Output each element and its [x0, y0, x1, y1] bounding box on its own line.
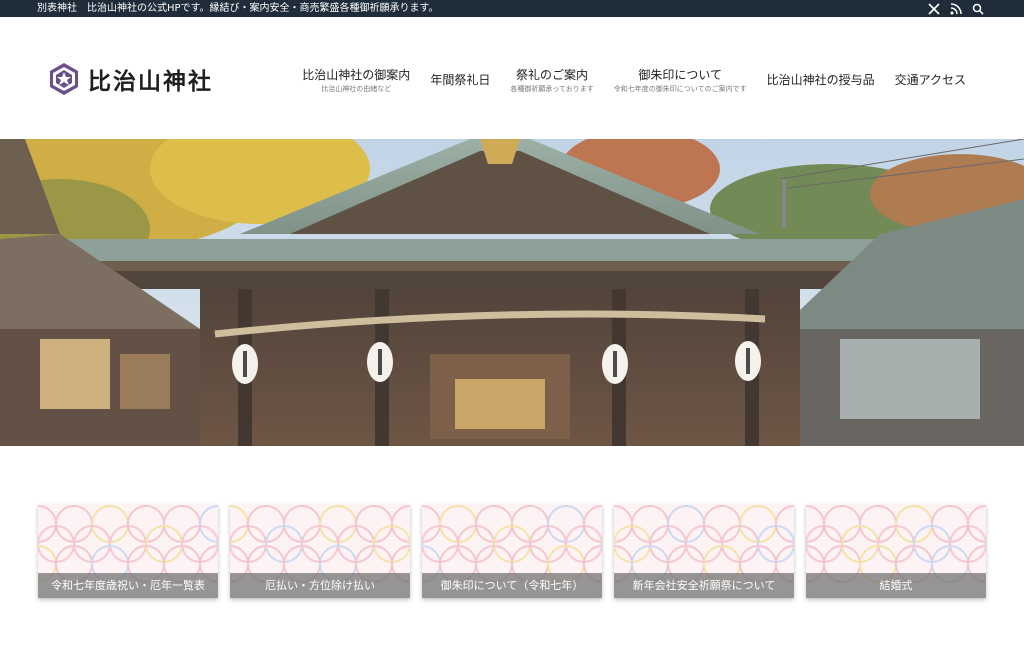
nav-rituals[interactable]: 祭礼のご案内 各種御祈願承っております	[500, 67, 603, 94]
nav-guide[interactable]: 比治山神社の御案内 比治山神社の由緒など	[292, 67, 420, 94]
nav-goshuin[interactable]: 御朱印について 令和七年度の御朱印についてのご案内です	[604, 67, 757, 94]
nav-sub-label: 比治山神社の由緒など	[321, 85, 392, 93]
main-nav: 比治山神社の御案内 比治山神社の由緒など 年間祭礼日 祭礼のご案内 各種御祈願承…	[292, 67, 976, 94]
nav-amulets[interactable]: 比治山神社の授与品	[757, 67, 885, 88]
nav-annual-festivals[interactable]: 年間祭礼日	[420, 67, 500, 88]
shrine-crest-icon	[50, 63, 78, 95]
card-caption: 令和七年度歳祝い・厄年一覧表	[38, 573, 218, 598]
site-logo[interactable]: 比治山神社	[48, 60, 213, 98]
card-goshuin[interactable]: 御朱印について（令和七年）	[422, 504, 602, 598]
card-wedding[interactable]: 結婚式	[806, 504, 986, 598]
social-icons	[928, 2, 984, 15]
nav-label: 比治山神社の御案内	[302, 68, 411, 82]
card-yakudoshi-list[interactable]: 令和七年度歳祝い・厄年一覧表	[38, 504, 218, 598]
site-header: 比治山神社 比治山神社の御案内 比治山神社の由緒など 年間祭礼日 祭礼のご案内 …	[0, 17, 1024, 139]
x-icon[interactable]	[928, 2, 940, 15]
search-icon[interactable]	[972, 3, 984, 15]
card-caption: 御朱印について（令和七年）	[422, 573, 602, 598]
nav-label: 交通アクセス	[894, 73, 966, 87]
card-caption: 厄払い・方位除け払い	[230, 573, 410, 598]
card-caption: 新年会社安全祈願祭について	[614, 573, 794, 598]
nav-label: 祭礼のご案内	[516, 68, 589, 82]
nav-label: 御朱印について	[638, 68, 722, 82]
nav-access[interactable]: 交通アクセス	[885, 67, 976, 88]
nav-sub-label: 令和七年度の御朱印についてのご案内です	[613, 85, 747, 93]
card-company-safety[interactable]: 新年会社安全祈願祭について	[614, 504, 794, 598]
top-bar: 別表神社 比治山神社の公式HPです。縁結び・案内安全・商売繁盛各種御祈願承ります…	[0, 0, 1024, 17]
rss-icon[interactable]	[950, 2, 962, 15]
feature-cards: 令和七年度歳祝い・厄年一覧表 厄払い・方位除け払い 御朱印について（令和七年）	[38, 504, 988, 598]
card-yakubarai[interactable]: 厄払い・方位除け払い	[230, 504, 410, 598]
shrine-photo	[0, 139, 1024, 446]
card-caption: 結婚式	[806, 573, 986, 598]
site-name: 比治山神社	[88, 68, 213, 95]
nav-label: 年間祭礼日	[430, 73, 491, 87]
hero-image	[0, 139, 1024, 446]
nav-sub-label: 各種御祈願承っております	[510, 85, 594, 93]
nav-label: 比治山神社の授与品	[766, 73, 875, 87]
site-announcement: 別表神社 比治山神社の公式HPです。縁結び・案内安全・商売繁盛各種御祈願承ります…	[37, 3, 439, 14]
